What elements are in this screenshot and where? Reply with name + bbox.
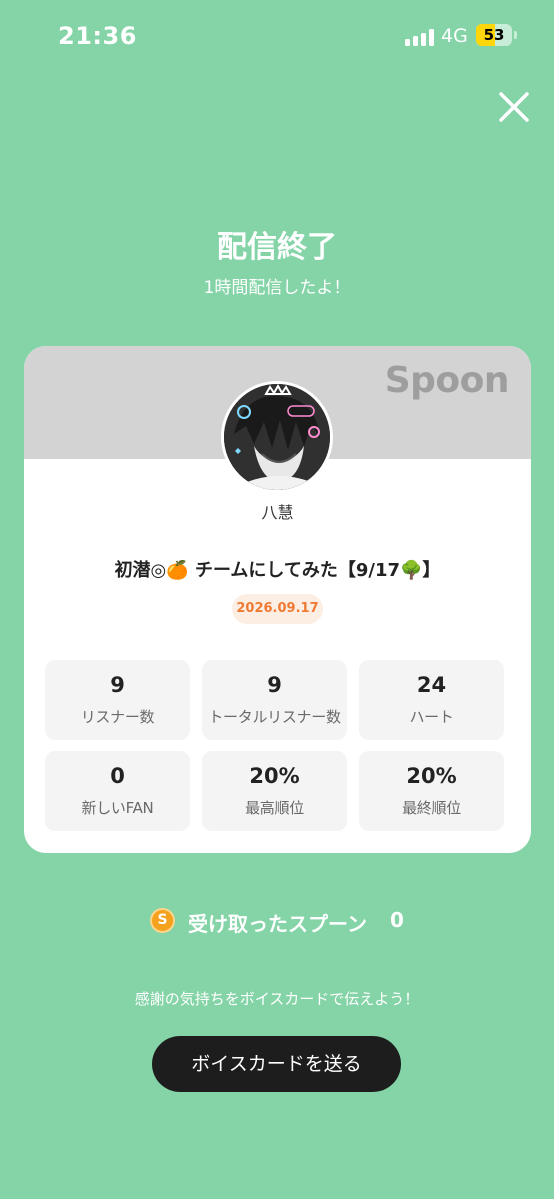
stat-listeners: 9 リスナー数 [45, 660, 190, 740]
spoon-coin-icon: S [150, 908, 175, 933]
spoon-label: 受け取ったスプーン [188, 912, 367, 936]
battery-icon: 53 [476, 24, 512, 46]
close-icon [499, 92, 529, 122]
avatar-image [224, 384, 330, 490]
brand-logo: Spoon [384, 360, 510, 401]
send-voice-card-button[interactable]: ボイスカードを送る [152, 1036, 401, 1092]
stat-label: 新しいFAN [81, 799, 154, 817]
status-time: 21:36 [58, 22, 137, 50]
stat-value: 20% [249, 764, 300, 788]
stat-label: リスナー数 [80, 708, 155, 726]
network-type: 4G [441, 25, 468, 47]
stat-total-listeners: 9 トータルリスナー数 [202, 660, 347, 740]
stat-value: 9 [110, 673, 125, 697]
user-name: 八慧 [261, 503, 294, 522]
close-button[interactable] [494, 87, 534, 127]
battery-nub [514, 31, 517, 39]
stat-label: 最高順位 [245, 799, 304, 817]
date-badge: 2026.09.17 [232, 594, 323, 624]
broadcast-summary-card: Spoon 八慧 初潜◎🍊 チームにしてみた【9/17🌳】 2026.09.17… [24, 346, 531, 853]
page-subtitle: 1時間配信したよ！ [203, 278, 351, 298]
broadcast-title: 初潜◎🍊 チームにしてみた【9/17🌳】 [114, 560, 441, 581]
avatar [221, 381, 333, 493]
stat-final-rank: 20% 最終順位 [359, 751, 504, 831]
spoon-count: 0 [390, 908, 404, 932]
stat-value: 0 [110, 764, 125, 788]
battery-level: 53 [483, 26, 505, 44]
received-spoons: S 受け取ったスプーン 0 [150, 906, 420, 936]
signal-icon [405, 28, 435, 46]
status-bar: 21:36 4G 53 [0, 0, 554, 70]
stat-value: 24 [416, 673, 447, 697]
stat-value: 20% [406, 764, 457, 788]
stat-hearts: 24 ハート [359, 660, 504, 740]
stat-new-fans: 0 新しいFAN [45, 751, 190, 831]
spoon-coin-glyph: S [157, 912, 168, 928]
thanks-message: 感謝の気持ちをボイスカードで伝えよう！ [134, 990, 420, 1008]
stat-value: 9 [267, 673, 282, 697]
page-title: 配信終了 [217, 230, 337, 265]
stat-label: 最終順位 [402, 799, 461, 817]
broadcast-end-screen: 21:36 4G 53 配信終了 1時間配信したよ！ Spoon 八慧 初潜◎🍊… [0, 0, 554, 1199]
stat-highest-rank: 20% 最高順位 [202, 751, 347, 831]
stat-label: トータルリスナー数 [208, 708, 341, 726]
stat-label: ハート [409, 708, 454, 726]
